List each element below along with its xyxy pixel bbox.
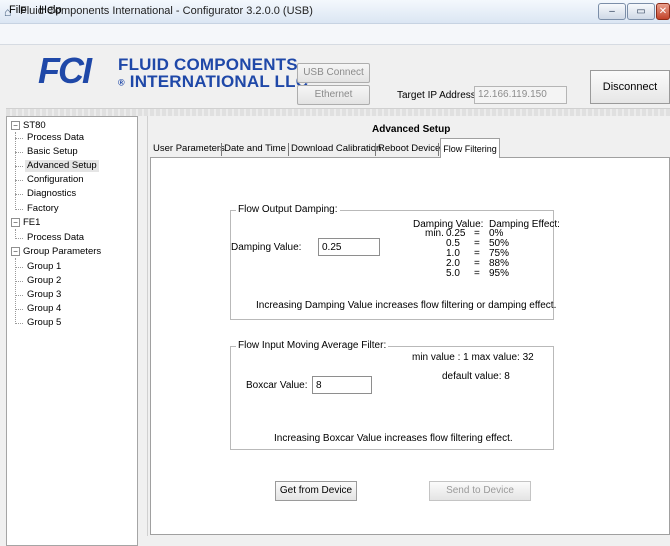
tree-connector (15, 267, 23, 268)
window-title: Fluid Components International - Configu… (20, 5, 313, 17)
tree-node-group-parameters[interactable]: − Group Parameters (11, 246, 101, 258)
tab-separator (438, 143, 439, 156)
tree-connector (15, 309, 23, 310)
flow-input-moving-average-legend: Flow Input Moving Average Filter: (236, 340, 389, 351)
tree-connector (15, 323, 23, 324)
tree-connector (15, 152, 23, 153)
tab-reboot-device[interactable]: Reboot Device (378, 140, 440, 158)
registered-icon: ® (118, 77, 125, 88)
tree-node-st80[interactable]: − ST80 (11, 120, 46, 132)
tree-connector (15, 138, 23, 139)
boxcar-value-label: Boxcar Value: (246, 380, 308, 391)
device-tree[interactable]: − ST80 Process Data Basic Setup Advanced … (6, 116, 138, 546)
damping-value-label: Damping Value: (231, 242, 302, 253)
disconnect-button[interactable]: Disconnect (590, 70, 670, 104)
boxcar-default-text: default value: 8 (442, 371, 510, 382)
tree-connector (15, 209, 23, 210)
tree-item-group-2[interactable]: Group 2 (27, 275, 61, 287)
send-to-device-button[interactable]: Send to Device (429, 481, 531, 501)
collapse-icon[interactable]: − (11, 120, 20, 130)
usb-connect-button[interactable]: USB Connect (297, 63, 370, 83)
tree-item-factory[interactable]: Factory (27, 203, 59, 215)
tree-connector (15, 132, 16, 210)
collapse-icon[interactable]: − (11, 246, 20, 256)
tab-date-and-time[interactable]: Date and Time (224, 140, 286, 158)
tree-connector (15, 180, 23, 181)
damping-value-input[interactable]: 0.25 (318, 238, 380, 256)
tree-connector (15, 238, 23, 239)
boxcar-range-text: min value : 1 max value: 32 (412, 352, 534, 363)
damping-row-value: 5.0 (446, 268, 460, 279)
tree-connector (15, 166, 23, 167)
tree-connector (15, 295, 23, 296)
tree-item-group-1[interactable]: Group 1 (27, 261, 61, 273)
tree-item-group-3[interactable]: Group 3 (27, 289, 61, 301)
page-title: Advanced Setup (372, 124, 451, 135)
tree-item-process-data[interactable]: Process Data (27, 132, 84, 144)
tree-item-fe1-process-data[interactable]: Process Data (27, 232, 84, 244)
damping-row-eq: = (474, 268, 480, 279)
flow-output-damping-legend: Flow Output Damping: (236, 204, 340, 215)
logo-company-line2: ® INTERNATIONAL LLC (118, 72, 308, 92)
fci-logo-mark: FCI (38, 50, 92, 91)
tree-item-group-4[interactable]: Group 4 (27, 303, 61, 315)
header-divider (6, 108, 670, 116)
tree-label-st80: ST80 (23, 120, 46, 131)
damping-note: Increasing Damping Value increases flow … (256, 300, 557, 311)
tree-connector (15, 194, 23, 195)
maximize-button[interactable]: ▭ (627, 3, 655, 20)
boxcar-note: Increasing Boxcar Value increases flow f… (274, 433, 513, 444)
tab-download-calibration[interactable]: Download Calibration (291, 140, 381, 158)
get-from-device-button[interactable]: Get from Device (275, 481, 357, 501)
tab-separator (288, 143, 289, 156)
menu-help[interactable]: Help (39, 4, 62, 16)
damping-row-effect: 95% (489, 268, 510, 279)
tab-user-parameters[interactable]: User Parameters (153, 140, 225, 158)
close-button[interactable]: ✕ (656, 3, 670, 20)
tree-item-configuration[interactable]: Configuration (27, 174, 84, 186)
tree-label-fe1: FE1 (23, 217, 41, 228)
tab-flow-filtering[interactable]: Flow Filtering (440, 138, 500, 158)
tree-node-fe1[interactable]: − FE1 (11, 217, 40, 229)
tab-separator (375, 143, 376, 156)
target-ip-label: Target IP Address: (397, 90, 479, 101)
tree-item-basic-setup[interactable]: Basic Setup (27, 146, 78, 158)
collapse-icon[interactable]: − (11, 217, 20, 227)
tree-item-diagnostics[interactable]: Diagnostics (27, 188, 76, 200)
tree-label-group-parameters: Group Parameters (23, 246, 102, 257)
menu-file[interactable]: File (9, 4, 27, 16)
target-ip-input[interactable]: 12.166.119.150 (474, 86, 567, 104)
tree-item-advanced-setup[interactable]: Advanced Setup (25, 160, 99, 172)
boxcar-value-input[interactable]: 8 (312, 376, 372, 394)
tab-separator (221, 143, 222, 156)
menu-bar (0, 24, 670, 45)
minimize-button[interactable]: – (598, 3, 626, 20)
tree-connector (15, 281, 23, 282)
tree-item-group-5[interactable]: Group 5 (27, 317, 61, 329)
ethernet-connect-button[interactable]: Ethernet Connect (297, 85, 370, 118)
logo-company-line2-text: INTERNATIONAL LLC (129, 72, 309, 91)
damping-row-prefix: min. (425, 228, 444, 239)
